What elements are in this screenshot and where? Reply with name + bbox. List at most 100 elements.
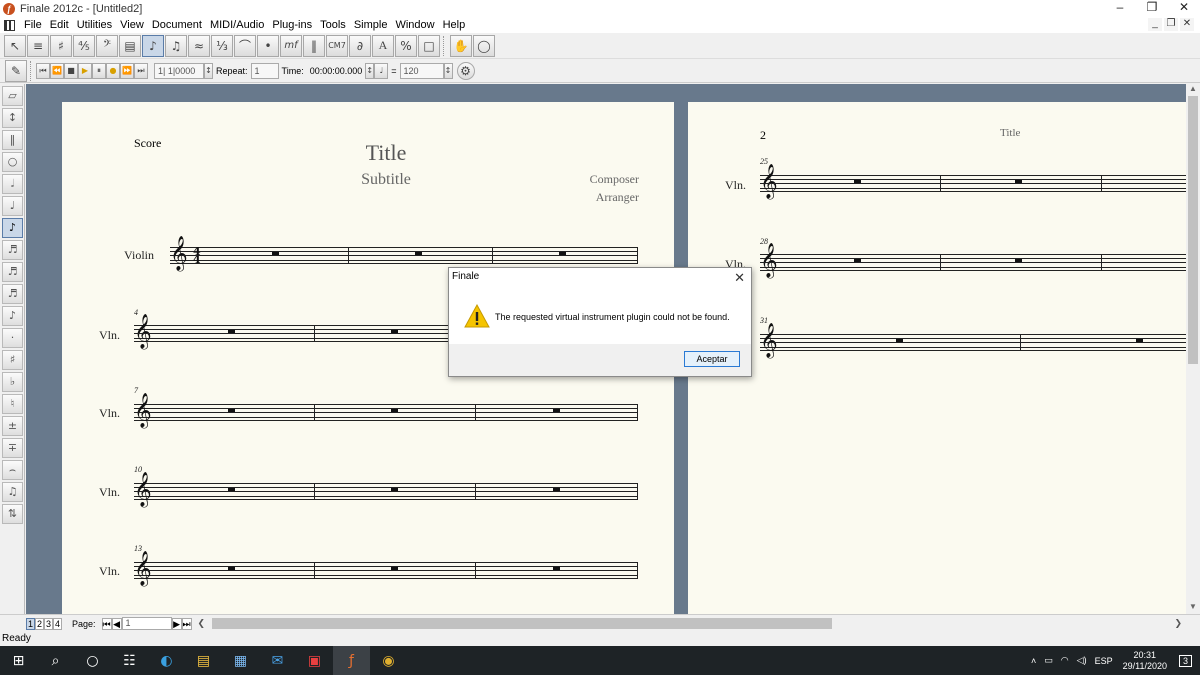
tempo-field[interactable]: 120 — [399, 62, 444, 79]
page-number-input[interactable]: 1 — [121, 617, 172, 630]
rewind-to-start-icon[interactable]: ⏮ — [36, 62, 50, 79]
staff-system-p2-1[interactable]: 𝄞 — [760, 167, 1186, 197]
chord-tool-icon[interactable]: CM7 — [326, 34, 348, 57]
smart-shape-tool-icon[interactable]: ⌒ — [234, 34, 256, 57]
half-step-down-icon[interactable]: ∓ — [2, 438, 23, 458]
tray-chevron-icon[interactable]: ˄ — [1031, 656, 1036, 666]
rewind-icon[interactable]: ⏪ — [50, 62, 64, 79]
skip-to-end-icon[interactable]: ⏭ — [134, 62, 148, 79]
search-icon[interactable]: ⌕ — [37, 646, 74, 675]
stop-icon[interactable]: ■ — [64, 62, 78, 79]
flat-icon[interactable]: ♭ — [2, 372, 23, 392]
staff-system-p2-2[interactable]: 𝄞 — [760, 246, 1186, 276]
restore-button[interactable]: ❐ — [1136, 0, 1168, 17]
page-layout-tool-icon[interactable]: □ — [418, 34, 440, 57]
grace-note-icon[interactable]: ♪ — [2, 306, 23, 326]
doc-close-button[interactable]: ✕ — [1180, 18, 1194, 31]
file-explorer-icon[interactable]: ▤ — [185, 646, 222, 675]
mail-icon[interactable]: ✉ — [259, 646, 296, 675]
finale-taskbar-icon[interactable]: ƒ — [333, 646, 370, 675]
double-whole-note-icon[interactable]: ‖ — [2, 130, 23, 150]
acrobat-icon[interactable]: ▣ — [296, 646, 333, 675]
fast-forward-icon[interactable]: ⏩ — [120, 62, 134, 79]
half-step-up-icon[interactable]: ± — [2, 416, 23, 436]
quarter-note-icon[interactable]: ♩ — [2, 196, 23, 216]
notification-center-icon[interactable]: 3 — [1178, 654, 1192, 667]
wifi-icon[interactable]: ◠ — [1061, 655, 1069, 666]
hyperscribe-tool-icon[interactable]: ≈ — [188, 34, 210, 57]
staff-system-1[interactable]: 𝄞 44 — [170, 239, 638, 269]
menu-view[interactable]: View — [117, 19, 149, 31]
view-2-button[interactable]: 2 — [35, 617, 44, 630]
staff-system-5[interactable]: 𝄞 — [134, 554, 638, 584]
dialog-close-icon[interactable]: ✕ — [734, 270, 745, 286]
time-signature-tool-icon[interactable]: ⅘ — [73, 34, 95, 57]
tuplet-icon[interactable]: ♫ — [2, 482, 23, 502]
input-language[interactable]: ESP — [1095, 656, 1113, 666]
eraser-tool-icon[interactable]: ▱ — [2, 86, 23, 106]
thirty-second-note-icon[interactable]: ♬ — [2, 262, 23, 282]
horizontal-scroll-thumb[interactable] — [212, 618, 832, 629]
hand-grabber-tool-icon[interactable]: ✋ — [450, 34, 472, 57]
minimize-button[interactable]: – — [1104, 0, 1136, 17]
scroll-up-icon[interactable]: ▲ — [1186, 84, 1200, 96]
speedy-entry-tool-icon[interactable]: ♫ — [165, 34, 187, 57]
articulation-tool-icon[interactable]: • — [257, 34, 279, 57]
sharp-icon[interactable]: ♯ — [2, 350, 23, 370]
menu-help[interactable]: Help — [440, 19, 471, 31]
store-icon[interactable]: ▦ — [222, 646, 259, 675]
key-signature-tool-icon[interactable]: ♯ — [50, 34, 72, 57]
natural-icon[interactable]: ♮ — [2, 394, 23, 414]
doc-minimize-button[interactable]: _ — [1148, 18, 1162, 31]
view-1-button[interactable]: 1 — [26, 617, 35, 630]
measure-position-field[interactable]: 1| 1|0000 — [154, 62, 204, 79]
scroll-left-icon[interactable]: ❮ — [198, 618, 206, 629]
document-icon[interactable] — [4, 19, 15, 31]
expression-tool-icon[interactable]: mf — [280, 34, 302, 57]
staff-system-p2-3[interactable]: 𝄞 — [760, 326, 1186, 356]
menu-simple[interactable]: Simple — [351, 19, 393, 31]
menu-plug-ins[interactable]: Plug-ins — [269, 19, 317, 31]
score-page-2[interactable]: 2 Title 25 Vln. 𝄞 28 Vln. 𝄞 31 𝄞 — [688, 102, 1186, 614]
windows-start-icon[interactable]: ⊞ — [0, 646, 37, 675]
scroll-right-icon[interactable]: ❯ — [1174, 618, 1182, 629]
last-page-icon[interactable]: ⏭ — [181, 617, 192, 630]
menu-utilities[interactable]: Utilities — [74, 19, 117, 31]
menu-midi-audio[interactable]: MIDI/Audio — [207, 19, 269, 31]
pause-icon[interactable]: ⏸ — [92, 62, 106, 79]
menu-file[interactable]: File — [21, 19, 47, 31]
tempo-note-icon[interactable]: ♩ — [374, 62, 389, 79]
clef-tool-icon[interactable]: 𝄢 — [96, 34, 118, 57]
selection-tool-icon[interactable]: ↖ — [4, 34, 26, 57]
simple-entry-caret-icon[interactable]: ✎ — [5, 59, 27, 82]
first-page-icon[interactable]: ⏮ — [101, 617, 112, 630]
staff-tool-icon[interactable]: ≡ — [27, 34, 49, 57]
repeat-tool-icon[interactable]: ‖ — [303, 34, 325, 57]
chrome-icon[interactable]: ◉ — [370, 646, 407, 675]
tuplet-tool-icon[interactable]: ⅓ — [211, 34, 233, 57]
staff-system-3[interactable]: 𝄞 — [134, 396, 638, 426]
record-icon[interactable]: ● — [106, 62, 120, 79]
vertical-scroll-thumb[interactable] — [1188, 96, 1198, 364]
flip-icon[interactable]: ⇅ — [2, 504, 23, 524]
volume-icon[interactable]: ◁) — [1077, 655, 1087, 666]
menu-edit[interactable]: Edit — [47, 19, 74, 31]
accept-button[interactable]: Aceptar — [684, 351, 740, 367]
view-3-button[interactable]: 3 — [44, 617, 53, 630]
tie-icon[interactable]: ⌢ — [2, 460, 23, 480]
measure-tool-icon[interactable]: ▤ — [119, 34, 141, 57]
staff-system-4[interactable]: 𝄞 — [134, 475, 638, 505]
doc-restore-button[interactable]: ❐ — [1164, 18, 1178, 31]
view-4-button[interactable]: 4 — [53, 617, 62, 630]
eighth-note-icon[interactable]: ♪ — [2, 218, 23, 238]
time-spinner[interactable]: ↕ — [365, 62, 375, 79]
playback-settings-icon[interactable]: ⚙ — [456, 61, 475, 80]
tempo-spinner[interactable]: ↕ — [443, 62, 453, 79]
zoom-tool-icon[interactable]: ◯ — [473, 34, 495, 57]
text-tool-icon[interactable]: A — [372, 34, 394, 57]
clock[interactable]: 20:31 29/11/2020 — [1123, 650, 1167, 672]
tray-meet-icon[interactable]: ▭ — [1044, 655, 1053, 666]
menu-tools[interactable]: Tools — [317, 19, 351, 31]
position-spinner[interactable]: ↕ — [204, 62, 213, 79]
lyrics-tool-icon[interactable]: ∂ — [349, 34, 371, 57]
